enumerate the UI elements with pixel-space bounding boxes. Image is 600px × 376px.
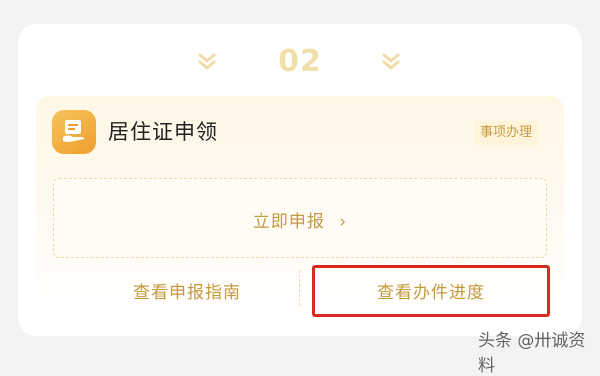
id-card-hand-icon — [52, 110, 96, 154]
watermark: 头条 @卅诚资料 — [478, 331, 586, 376]
view-progress-link[interactable]: 查看办件进度 — [312, 278, 550, 303]
apply-button[interactable]: 立即申报 › — [53, 178, 547, 258]
apply-button-label: 立即申报 › — [252, 212, 348, 232]
service-title: 居住证申领 — [108, 120, 218, 144]
step-number: 02 — [278, 44, 322, 79]
chevron-down-double-icon — [196, 50, 218, 72]
divider — [299, 270, 300, 306]
chevron-right-icon: › — [339, 212, 348, 232]
service-tag: 事项办理 — [474, 121, 539, 145]
view-guide-link[interactable]: 查看申报指南 — [92, 278, 282, 303]
chevron-down-double-icon — [380, 50, 402, 72]
step-indicator: 02 — [0, 40, 600, 84]
